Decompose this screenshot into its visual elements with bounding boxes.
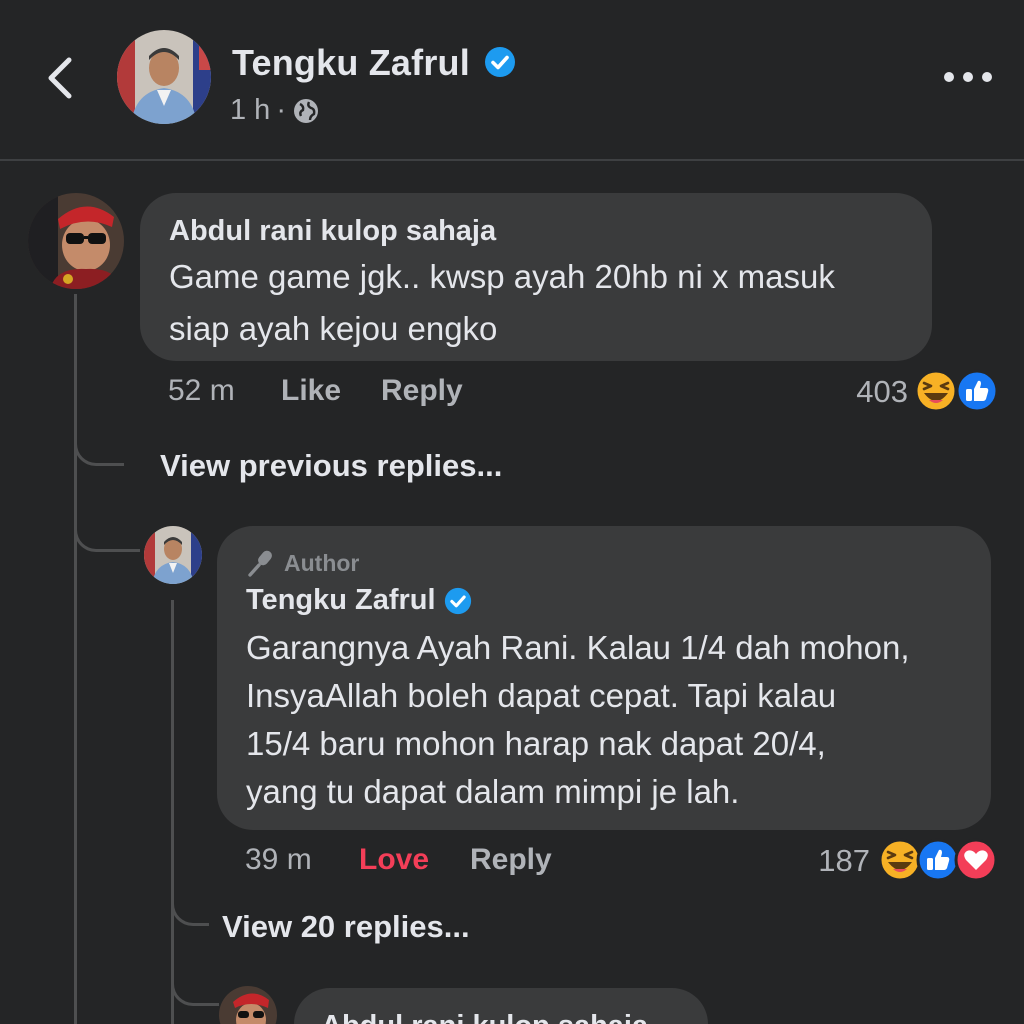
- like-reaction-icon: [955, 369, 999, 413]
- reply-author-avatar[interactable]: [144, 526, 202, 584]
- reply-text-line: 15/4 baru mohon harap nak dapat 20/4,: [246, 725, 826, 762]
- chevron-left-icon: [48, 57, 72, 99]
- reply-button[interactable]: Reply: [470, 843, 552, 877]
- next-reply-bubble[interactable]: Abdul rani kulop sahaja: [294, 988, 708, 1024]
- header-divider: [0, 159, 1024, 161]
- reaction-count[interactable]: 403: [820, 374, 908, 410]
- author-badge: Author: [246, 548, 359, 578]
- love-button[interactable]: Love: [359, 843, 429, 877]
- meta-separator: ·: [276, 94, 286, 126]
- love-reaction-icon: [954, 838, 998, 882]
- commenter-avatar[interactable]: [28, 193, 124, 289]
- next-reply-avatar[interactable]: [219, 986, 277, 1024]
- author-badge-label: Author: [284, 549, 360, 576]
- dot-icon: [982, 72, 992, 82]
- thread-connector: [171, 960, 219, 1006]
- like-button[interactable]: Like: [281, 374, 341, 408]
- post-author-name[interactable]: Tengku Zafrul: [232, 42, 516, 84]
- comment-author-name[interactable]: Abdul rani kulop sahaja: [169, 215, 496, 248]
- globe-icon: [294, 98, 318, 123]
- post-meta: 1 h ·: [230, 94, 320, 127]
- view-previous-replies-link[interactable]: View previous replies...: [160, 448, 502, 484]
- haha-reaction-icon: [914, 369, 958, 413]
- comment-bubble[interactable]: Abdul rani kulop sahaja Game game jgk.. …: [140, 193, 932, 361]
- thread-connector: [74, 500, 140, 552]
- dot-icon: [963, 72, 973, 82]
- verified-badge-icon: [444, 587, 471, 614]
- next-reply-author-name[interactable]: Abdul rani kulop sahaja: [321, 1010, 648, 1024]
- comment-text-line: Game game jgk.. kwsp ayah 20hb ni x masu…: [169, 258, 835, 295]
- post-time: 1 h: [230, 94, 271, 126]
- comment-text: Game game jgk.. kwsp ayah 20hb ni x masu…: [169, 251, 835, 355]
- thread-connector: [171, 880, 209, 926]
- reply-text: Garangnya Ayah Rani. Kalau 1/4 dah mohon…: [246, 624, 910, 816]
- reply-author-name[interactable]: Tengku Zafrul: [246, 584, 472, 617]
- comment-actions: 52 m Like Reply 403: [0, 374, 1024, 414]
- reply-time: 39 m: [245, 843, 312, 876]
- view-more-replies-link[interactable]: View 20 replies...: [222, 909, 470, 945]
- reply-text-line: InsyaAllah boleh dapat cepat. Tapi kalau: [246, 677, 837, 714]
- reply-text-line: yang tu dapat dalam mimpi je lah.: [246, 773, 740, 810]
- microphone-icon: [248, 550, 272, 577]
- comment-text-line: siap ayah kejou engko: [169, 310, 498, 347]
- post-header: Tengku Zafrul 1 h ·: [0, 0, 1024, 160]
- comment-time: 52 m: [168, 374, 235, 407]
- verified-badge-icon: [485, 47, 516, 78]
- reply-button[interactable]: Reply: [381, 374, 463, 408]
- post-author-avatar[interactable]: [117, 30, 211, 124]
- reply-bubble[interactable]: Author Tengku Zafrul Garangnya Ayah Rani…: [217, 526, 991, 830]
- reply-text-line: Garangnya Ayah Rani. Kalau 1/4 dah mohon…: [246, 629, 910, 666]
- reaction-count[interactable]: 187: [790, 843, 870, 879]
- thread-connector: [74, 420, 124, 466]
- back-button[interactable]: [36, 52, 84, 104]
- reply-actions: 39 m Love Reply 187: [0, 843, 1024, 883]
- more-options-button[interactable]: [944, 62, 992, 92]
- dot-icon: [944, 72, 954, 82]
